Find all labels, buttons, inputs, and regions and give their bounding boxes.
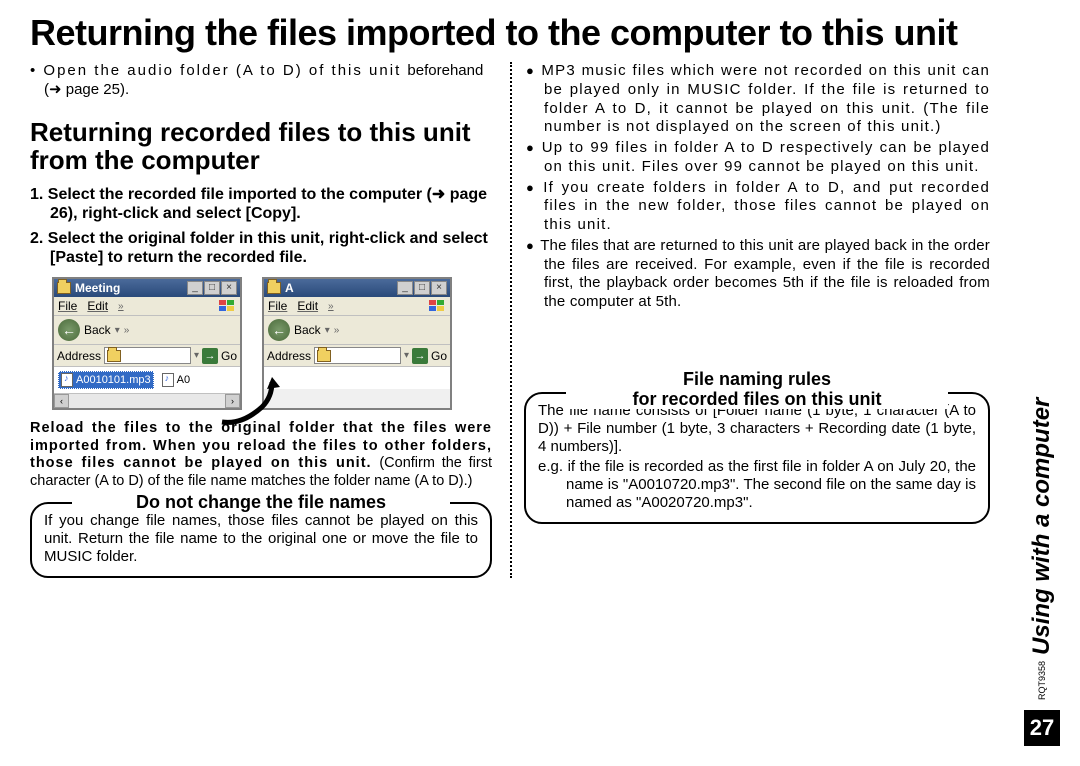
minimize-icon: _ (397, 281, 413, 295)
address-bar: Address ▾ → Go (54, 345, 240, 367)
step-2: 2. Select the original folder in this un… (30, 229, 492, 267)
section-heading: Returning recorded files to this unit fr… (30, 118, 492, 175)
bullet-item: If you create folders in folder A to D, … (526, 179, 990, 235)
step-1: 1. Select the recorded file imported to … (30, 185, 492, 223)
folder-icon (317, 350, 331, 362)
folder-icon (267, 282, 281, 294)
bullet-item: The files that are returned to this unit… (526, 237, 990, 312)
window-title: A (285, 281, 393, 295)
folder-icon (107, 350, 121, 362)
go-label: Go (431, 349, 447, 363)
callout-naming-rules: File naming rules for recorded files on … (524, 392, 990, 524)
windows-flag-icon (428, 299, 446, 313)
go-icon: → (202, 348, 218, 364)
eg-label: e.g. (538, 458, 563, 475)
close-icon: × (221, 281, 237, 295)
back-label: Back (84, 323, 111, 337)
open-note-line1: • Open the audio folder (A to D) of this… (30, 62, 401, 79)
callout-heading: Do not change the file names (72, 492, 450, 513)
chevron-icon: » (118, 301, 124, 312)
chevron-icon: » (328, 301, 334, 312)
dropdown-icon: ▾ (194, 350, 199, 361)
section-label: Using with a computer (1028, 200, 1056, 655)
window-title: Meeting (75, 281, 183, 295)
bullet-item: MP3 music files which were not recorded … (526, 62, 990, 137)
side-margin: Using with a computer RQT9358 27 (1022, 200, 1062, 746)
menubar: File Edit » (264, 297, 450, 316)
file-name: A0010101.mp3 (76, 374, 151, 386)
menu-file: File (58, 299, 77, 313)
heading-line1: File naming rules (683, 369, 831, 389)
address-input (104, 347, 191, 364)
dropdown-icon: ▾ (404, 350, 409, 361)
callout-body: If you change file names, those files ca… (44, 512, 478, 566)
windows-flag-icon (218, 299, 236, 313)
heading-line2: for recorded files on this unit (632, 389, 881, 409)
go-icon: → (412, 348, 428, 364)
callout-filenames: Do not change the file names If you chan… (30, 502, 492, 578)
file-area: A0010101.mp3 A0 (54, 367, 240, 393)
explorer-window-a: A _ □ × File Edit » ← (262, 277, 452, 410)
more-icon: » (334, 325, 340, 336)
left-column: • Open the audio folder (A to D) of this… (30, 62, 510, 578)
go-label: Go (221, 349, 237, 363)
address-bar: Address ▾ → Go (264, 345, 450, 367)
minimize-icon: _ (187, 281, 203, 295)
bullet-item: Up to 99 files in folder A to D respecti… (526, 139, 990, 177)
scroll-left-icon: ‹ (54, 394, 69, 408)
menubar: File Edit » (54, 297, 240, 316)
more-icon: » (124, 325, 130, 336)
menu-edit: Edit (297, 299, 318, 313)
menu-edit: Edit (87, 299, 108, 313)
back-icon: ← (58, 319, 80, 341)
open-note: • Open the audio folder (A to D) of this… (30, 62, 492, 100)
callout-heading: File naming rules for recorded files on … (566, 370, 948, 410)
page-title: Returning the files imported to the comp… (0, 0, 1080, 62)
folder-icon (57, 282, 71, 294)
menu-file: File (268, 299, 287, 313)
back-icon: ← (268, 319, 290, 341)
eg-body: if the file is recorded as the first fil… (566, 458, 976, 511)
dropdown-icon: ▾ (115, 325, 120, 336)
titlebar: Meeting _ □ × (54, 279, 240, 297)
maximize-icon: □ (414, 281, 430, 295)
toolbar: ← Back ▾ » (54, 316, 240, 345)
page-number: 27 (1024, 710, 1060, 746)
music-file-icon (162, 373, 174, 387)
back-label: Back (294, 323, 321, 337)
scroll-right-icon: › (225, 394, 240, 408)
dropdown-icon: ▾ (325, 325, 330, 336)
titlebar: A _ □ × (264, 279, 450, 297)
file-selected: A0010101.mp3 (58, 371, 154, 389)
bullet-list: MP3 music files which were not recorded … (524, 62, 990, 312)
address-label: Address (57, 349, 101, 363)
file-area (264, 367, 450, 389)
address-input (314, 347, 401, 364)
right-column: MP3 music files which were not recorded … (510, 62, 990, 578)
screenshot-row: Meeting _ □ × File Edit » ← (52, 277, 492, 410)
address-label: Address (267, 349, 311, 363)
toolbar: ← Back ▾ » (264, 316, 450, 345)
scrollbar: ‹ › (54, 393, 240, 408)
music-file-icon (61, 373, 73, 387)
maximize-icon: □ (204, 281, 220, 295)
file-name-partial: A0 (177, 374, 190, 386)
reload-note: Reload the files to the original folder … (30, 420, 492, 490)
close-icon: × (431, 281, 447, 295)
explorer-window-meeting: Meeting _ □ × File Edit » ← (52, 277, 242, 410)
example: e.g. if the file is recorded as the firs… (538, 458, 976, 512)
doc-code: RQT9358 (1037, 661, 1047, 700)
file-item: A0 (160, 371, 192, 389)
naming-body: The file name consists of [Folder name (… (538, 402, 976, 456)
